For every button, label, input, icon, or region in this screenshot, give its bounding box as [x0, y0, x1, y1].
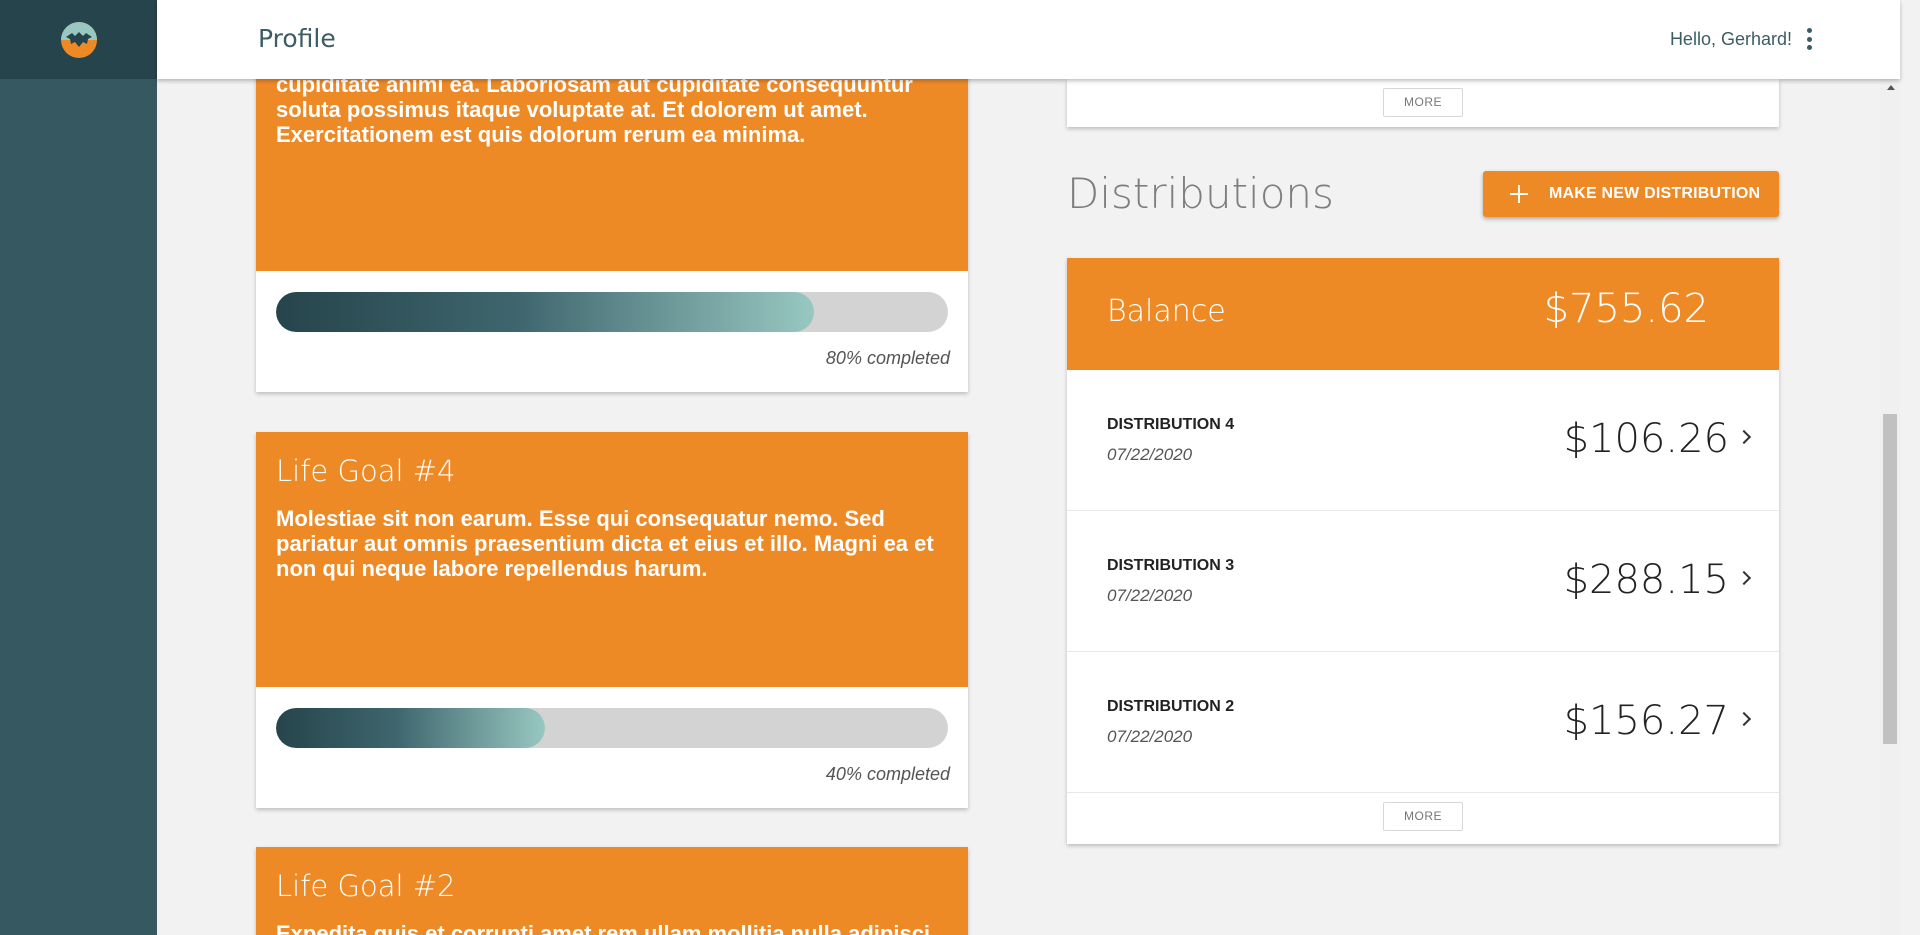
goal-title: Life Goal #4 [276, 454, 456, 488]
goal-description: cupiditate animi ea. Laboriosam aut cupi… [276, 79, 913, 147]
distribution-row[interactable]: DISTRIBUTION 2 07/22/2020 $156.27 [1067, 652, 1779, 793]
goal-progress-section: 80% completed [256, 271, 968, 392]
goal-card: cupiditate animi ea. Laboriosam aut cupi… [256, 79, 968, 392]
progress-fill [276, 708, 545, 748]
logo-icon [60, 21, 97, 58]
progress-bar [276, 708, 948, 748]
main-content: cupiditate animi ea. Laboriosam aut cupi… [157, 79, 1880, 935]
progress-bar [276, 292, 948, 332]
balance-row: Balance $755.62 [1067, 258, 1779, 370]
scrollbar[interactable] [1880, 79, 1900, 935]
progress-label: 80% completed [825, 348, 950, 368]
progress-fill [276, 292, 814, 332]
kebab-dot [1806, 36, 1812, 42]
distributions-heading: Distributions [1067, 169, 1334, 218]
balance-value: $755.62 [1543, 286, 1709, 332]
sidebar-logo-area[interactable] [0, 0, 157, 79]
previous-card-footer: MORE [1067, 79, 1779, 127]
progress-label: 40% completed [825, 764, 950, 784]
chevron-right-icon [1736, 711, 1752, 727]
user-greeting: Hello, Gerhard! [1669, 29, 1792, 49]
chevron-right-icon [1736, 570, 1752, 586]
distribution-date: 07/22/2020 [1107, 727, 1193, 746]
kebab-menu-icon[interactable] [1806, 28, 1812, 50]
more-button[interactable]: MORE [1383, 802, 1463, 831]
scrollbar-thumb[interactable] [1883, 414, 1897, 744]
distribution-row[interactable]: DISTRIBUTION 4 07/22/2020 $106.26 [1067, 370, 1779, 511]
top-app-bar: Profile Hello, Gerhard! [157, 0, 1900, 79]
goal-card-header: Life Goal #2 Expedita quis et corrupti a… [256, 847, 968, 935]
distribution-amount: $288.15 [1563, 557, 1729, 603]
distribution-amount: $156.27 [1563, 698, 1729, 744]
kebab-dot [1806, 45, 1812, 50]
kebab-dot [1806, 28, 1812, 33]
goal-title: Life Goal #2 [276, 869, 456, 903]
distribution-name: DISTRIBUTION 3 [1107, 557, 1235, 574]
goal-description: Molestiae sit non earum. Esse qui conseq… [276, 506, 934, 581]
goal-progress-section: 40% completed [256, 687, 968, 808]
distributions-card: Balance $755.62 DISTRIBUTION 4 07/22/202… [1067, 258, 1779, 844]
balance-label: Balance [1107, 294, 1226, 329]
goal-card: Life Goal #2 Expedita quis et corrupti a… [256, 847, 968, 935]
make-new-distribution-button[interactable]: MAKE NEW DISTRIBUTION [1483, 171, 1779, 217]
goal-description: Expedita quis et corrupti amet rem ullam… [276, 921, 937, 935]
more-button[interactable]: MORE [1383, 88, 1463, 117]
distribution-name: DISTRIBUTION 2 [1107, 698, 1235, 715]
distribution-row[interactable]: DISTRIBUTION 3 07/22/2020 $288.15 [1067, 511, 1779, 652]
distribution-date: 07/22/2020 [1107, 445, 1193, 464]
distribution-amount: $106.26 [1563, 416, 1729, 462]
goal-card-header: cupiditate animi ea. Laboriosam aut cupi… [256, 79, 968, 271]
chevron-right-icon [1736, 429, 1752, 445]
make-new-distribution-label: MAKE NEW DISTRIBUTION [1549, 185, 1761, 202]
goal-card: Life Goal #4 Molestiae sit non earum. Es… [256, 432, 968, 808]
sidebar [0, 0, 157, 935]
plus-icon [1507, 182, 1531, 206]
distribution-date: 07/22/2020 [1107, 586, 1193, 605]
distribution-name: DISTRIBUTION 4 [1107, 416, 1235, 433]
scroll-up-arrow-icon[interactable] [1887, 85, 1895, 90]
page-title: Profile [258, 24, 336, 53]
goal-card-header: Life Goal #4 Molestiae sit non earum. Es… [256, 432, 968, 687]
